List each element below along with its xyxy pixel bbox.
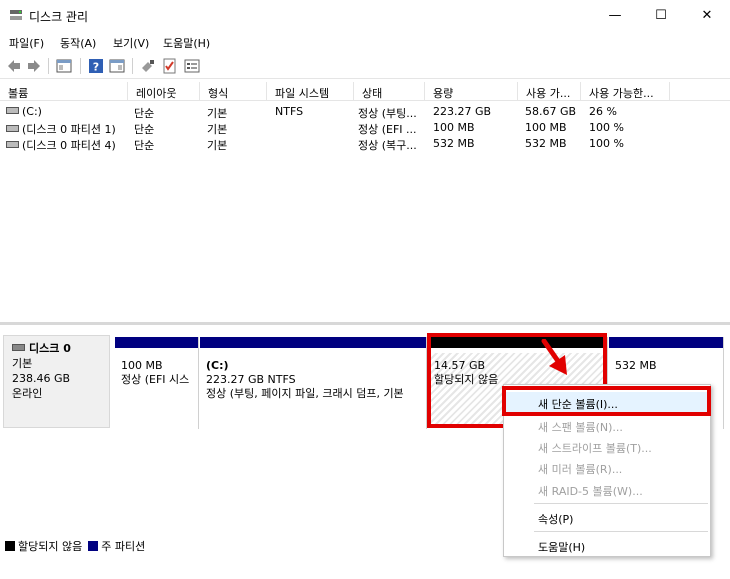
connect-icon[interactable] [140,58,156,74]
partition-c[interactable]: (C:) 223.27 GB NTFS 정상 (부팅, 페이지 파일, 크래시 … [200,337,427,429]
close-button[interactable]: ✕ [684,0,730,31]
partition-status: 정상 (부팅, 페이지 파일, 크래시 덤프, 기본 [206,387,404,400]
primary-partition-bar [115,337,198,348]
capacity-cell: 223.27 GB [433,105,492,118]
menu-file[interactable]: 파일(F) [9,35,44,51]
column-header-percent-free[interactable]: 사용 가능한... [581,82,670,101]
disk-type: 기본 [12,357,33,370]
toolbar-separator [80,58,81,74]
drive-icon [6,107,19,114]
menu-item-highlight-box [502,386,711,416]
title-bar: 디스크 관리 — ☐ ✕ [0,0,730,31]
column-header-volume[interactable]: 볼륨 [0,82,128,101]
toolbar-separator [48,58,49,74]
table-row[interactable]: (디스크 0 파티션 4) 단순 기본 정상 (복구... 532 MB 532… [0,136,730,152]
minimize-button[interactable]: — [592,0,638,31]
menu-new-striped-volume[interactable]: 새 스트라이프 볼륨(T)... [504,436,710,456]
partition-status: 정상 (EFI 시스 [121,373,190,386]
percent-free-cell: 100 % [589,121,624,134]
partition-label: (C:) [206,359,229,372]
percent-free-cell: 26 % [589,105,617,118]
free-space-cell: 532 MB [525,137,567,150]
disk-status: 온라인 [12,387,43,400]
drive-icon [6,141,19,148]
menu-separator [534,503,708,504]
help-icon[interactable]: ? [88,58,104,74]
volume-list: 볼륨 레이아웃 형식 파일 시스템 상태 용량 사용 가... 사용 가능한..… [0,82,730,320]
partition-efi[interactable]: 100 MB 정상 (EFI 시스 [115,337,199,429]
toolbar: ? [0,53,730,79]
column-header-status[interactable]: 상태 [354,82,425,101]
file-system-cell: NTFS [275,105,304,118]
table-row[interactable]: (디스크 0 파티션 1) 단순 기본 정상 (EFI ... 100 MB 1… [0,120,730,136]
capacity-cell: 100 MB [433,121,475,134]
type-cell: 기본 [207,123,228,136]
column-header-file-system[interactable]: 파일 시스템 [267,82,354,101]
layout-cell: 단순 [134,139,155,152]
type-cell: 기본 [207,107,228,120]
legend-swatch-primary [88,541,99,551]
svg-text:?: ? [93,61,99,74]
red-arrow-icon [541,339,567,375]
menu-action[interactable]: 동작(A) [60,35,96,51]
toolbar-separator [132,58,133,74]
column-header-capacity[interactable]: 용량 [425,82,518,101]
menu-bar: 파일(F) 동작(A) 보기(V) 도움말(H) [0,32,730,52]
legend-swatch-unallocated [5,541,15,551]
disk-management-window: 디스크 관리 — ☐ ✕ 파일(F) 동작(A) 보기(V) 도움말(H) ? … [0,0,730,579]
menu-separator [534,531,708,532]
maximize-button[interactable]: ☐ [638,0,684,31]
menu-properties[interactable]: 속성(P) [504,507,710,527]
capacity-cell: 532 MB [433,137,475,150]
column-header-type[interactable]: 형식 [200,82,267,101]
legend: 할당되지 않음 주 파티션 [5,538,151,554]
console-tree-icon[interactable] [56,58,72,74]
partition-size: 223.27 GB NTFS [206,373,296,386]
primary-partition-bar [200,337,426,348]
volume-name: (디스크 0 파티션 4) [22,139,116,152]
disk-size: 238.46 GB [12,372,71,385]
volume-name: (C:) [22,105,42,118]
type-cell: 기본 [207,139,228,152]
legend-label-primary: 주 파티션 [101,540,146,553]
volume-list-header: 볼륨 레이아웃 형식 파일 시스템 상태 용량 사용 가... 사용 가능한..… [0,82,730,101]
window-title: 디스크 관리 [29,10,89,24]
column-header-layout[interactable]: 레이아웃 [128,82,200,101]
volume-name: (디스크 0 파티션 1) [22,123,116,136]
drive-icon [6,125,19,132]
primary-partition-bar [609,337,723,348]
forward-arrow-icon[interactable] [26,58,42,74]
partition-size: 100 MB [121,359,163,372]
free-space-cell: 100 MB [525,121,567,134]
checklist-icon[interactable] [162,58,178,74]
status-cell: 정상 (부팅... [358,107,417,120]
table-row[interactable]: (C:) 단순 기본 NTFS 정상 (부팅... 223.27 GB 58.6… [0,104,730,120]
menu-view[interactable]: 보기(V) [113,35,149,51]
disk-icon [12,344,25,351]
column-header-free-space[interactable]: 사용 가... [518,82,581,101]
back-arrow-icon[interactable] [6,58,22,74]
layout-cell: 단순 [134,123,155,136]
percent-free-cell: 100 % [589,137,624,150]
disk-management-app-icon [10,10,22,20]
menu-help[interactable]: 도움말(H) [163,35,210,51]
free-space-cell: 58.67 GB [525,105,577,118]
menu-new-raid5-volume[interactable]: 새 RAID-5 볼륨(W)... [504,479,710,499]
status-cell: 정상 (EFI ... [358,123,417,136]
status-cell: 정상 (복구... [358,139,417,152]
properties-icon[interactable] [184,58,200,74]
disk-name: 디스크 0 [29,342,71,355]
menu-new-spanned-volume[interactable]: 새 스팬 볼륨(N)... [504,415,710,435]
menu-help-item[interactable]: 도움말(H) [504,535,710,555]
legend-label-unallocated: 할당되지 않음 [18,540,83,553]
partition-size: 532 MB [615,359,657,372]
layout-cell: 단순 [134,107,155,120]
show-pane-icon[interactable] [109,58,125,74]
menu-new-mirrored-volume[interactable]: 새 미러 볼륨(R)... [504,457,710,477]
disk-info-panel[interactable]: 디스크 0 기본 238.46 GB 온라인 [3,335,110,428]
